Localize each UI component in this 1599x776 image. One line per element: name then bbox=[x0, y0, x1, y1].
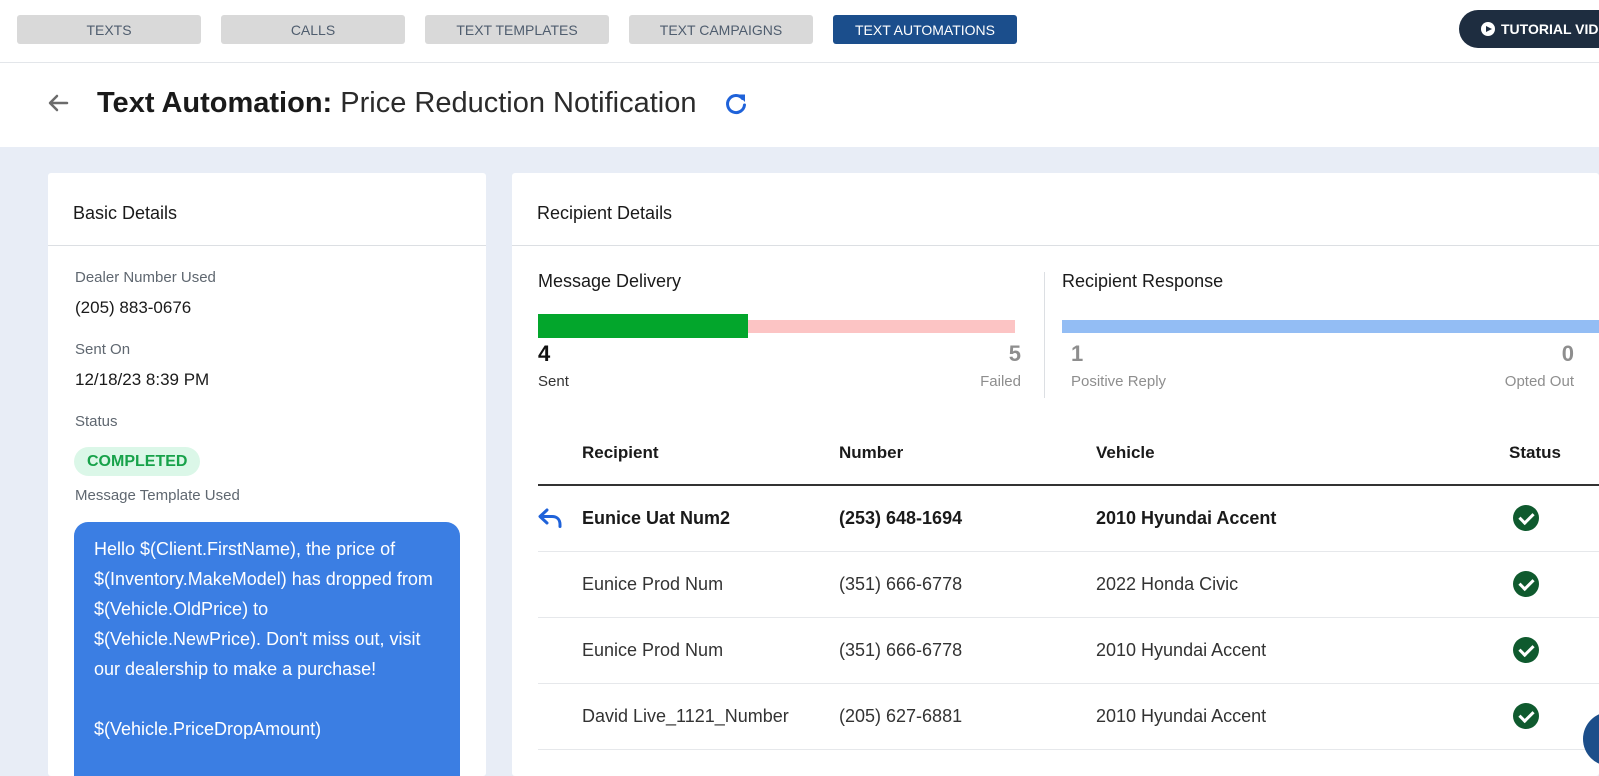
top-nav: TEXTS CALLS TEXT TEMPLATES TEXT CAMPAIGN… bbox=[0, 0, 1599, 63]
recipient-vehicle: 2010 Hyundai Accent bbox=[1096, 640, 1267, 660]
recipient-number: (351) 666-6778 bbox=[839, 640, 963, 660]
recipient-number: (253) 648-1694 bbox=[839, 508, 963, 528]
table-row[interactable]: Eunice Prod Num (351) 666-6778 2022 Hond… bbox=[538, 552, 1599, 618]
check-circle-icon bbox=[1513, 703, 1539, 729]
response-bar bbox=[1062, 320, 1599, 333]
tutorial-video-label: TUTORIAL VID bbox=[1501, 21, 1599, 37]
back-arrow-icon[interactable] bbox=[45, 89, 73, 117]
reply-icon bbox=[538, 508, 562, 528]
check-circle-icon bbox=[1513, 505, 1539, 531]
recipient-details-title: Recipient Details bbox=[512, 173, 1599, 246]
status-badge: COMPLETED bbox=[74, 447, 201, 476]
recipient-details-card: Recipient Details Message Delivery 4 Sen… bbox=[512, 173, 1599, 776]
recipient-vehicle: 2010 Hyundai Accent bbox=[1096, 706, 1267, 726]
check-circle-icon bbox=[1513, 571, 1539, 597]
recipient-response-title: Recipient Response bbox=[1062, 271, 1224, 291]
failed-count: 5 bbox=[1008, 341, 1021, 366]
table-row[interactable]: Eunice Uat Num2 (253) 648-1694 2010 Hyun… bbox=[538, 486, 1599, 552]
failed-bar bbox=[748, 320, 1015, 333]
recipient-name: Eunice Uat Num2 bbox=[582, 508, 731, 528]
page-header: Text Automation: Price Reduction Notific… bbox=[0, 63, 1599, 147]
play-icon bbox=[1481, 22, 1495, 36]
tab-calls[interactable]: CALLS bbox=[221, 15, 405, 44]
section-divider bbox=[1044, 272, 1045, 398]
recipient-name: Eunice Prod Num bbox=[582, 640, 724, 660]
sent-bar bbox=[538, 314, 748, 338]
sent-count: 4 bbox=[538, 341, 551, 366]
tab-texts[interactable]: TEXTS bbox=[17, 15, 201, 44]
recipient-vehicle: 2022 Honda Civic bbox=[1096, 574, 1239, 594]
recipient-number: (205) 627-6881 bbox=[839, 706, 963, 726]
opted-out-count: 0 bbox=[1561, 341, 1574, 366]
tab-text-automations[interactable]: TEXT AUTOMATIONS bbox=[833, 15, 1017, 44]
status-label: Status bbox=[75, 413, 118, 430]
tab-text-campaigns[interactable]: TEXT CAMPAIGNS bbox=[629, 15, 813, 44]
sent-label: Sent bbox=[538, 373, 569, 390]
message-template-bubble: Hello $(Client.FirstName), the price of … bbox=[74, 522, 460, 776]
table-row[interactable]: David Live_1121_Number (205) 627-6881 20… bbox=[538, 684, 1599, 750]
dealer-number-label: Dealer Number Used bbox=[75, 269, 216, 286]
failed-label: Failed bbox=[980, 373, 1021, 390]
page-title-prefix: Text Automation: bbox=[97, 87, 333, 119]
dealer-number-value: (205) 883-0676 bbox=[75, 298, 192, 317]
tutorial-video-button[interactable]: TUTORIAL VID bbox=[1459, 10, 1599, 48]
positive-reply-count: 1 bbox=[1071, 341, 1084, 366]
sent-on-label: Sent On bbox=[75, 341, 131, 358]
col-status-header[interactable]: Status bbox=[1509, 443, 1561, 463]
table-row[interactable]: Eunice Prod Num (351) 666-6778 2010 Hyun… bbox=[538, 618, 1599, 684]
check-circle-icon bbox=[1513, 637, 1539, 663]
col-vehicle-header[interactable]: Vehicle bbox=[1096, 443, 1155, 463]
positive-reply-label: Positive Reply bbox=[1071, 373, 1167, 390]
page-title: Text Automation: Price Reduction Notific… bbox=[97, 87, 697, 120]
opted-out-label: Opted Out bbox=[1504, 373, 1574, 390]
automation-name: Price Reduction Notification bbox=[340, 87, 697, 119]
col-recipient-header[interactable]: Recipient bbox=[582, 443, 659, 463]
col-number-header[interactable]: Number bbox=[839, 443, 903, 463]
tab-text-templates[interactable]: TEXT TEMPLATES bbox=[425, 15, 609, 44]
basic-details-card: Basic Details Dealer Number Used (205) 8… bbox=[48, 173, 486, 776]
sent-on-value: 12/18/23 8:39 PM bbox=[75, 370, 210, 389]
refresh-icon[interactable] bbox=[722, 90, 750, 118]
message-delivery-title: Message Delivery bbox=[538, 271, 682, 291]
recipient-vehicle: 2010 Hyundai Accent bbox=[1096, 508, 1277, 528]
recipient-number: (351) 666-6778 bbox=[839, 574, 963, 594]
recipient-name: Eunice Prod Num bbox=[582, 574, 724, 594]
recipient-name: David Live_1121_Number bbox=[582, 706, 789, 726]
basic-details-title: Basic Details bbox=[48, 173, 486, 246]
template-label: Message Template Used bbox=[75, 487, 240, 504]
